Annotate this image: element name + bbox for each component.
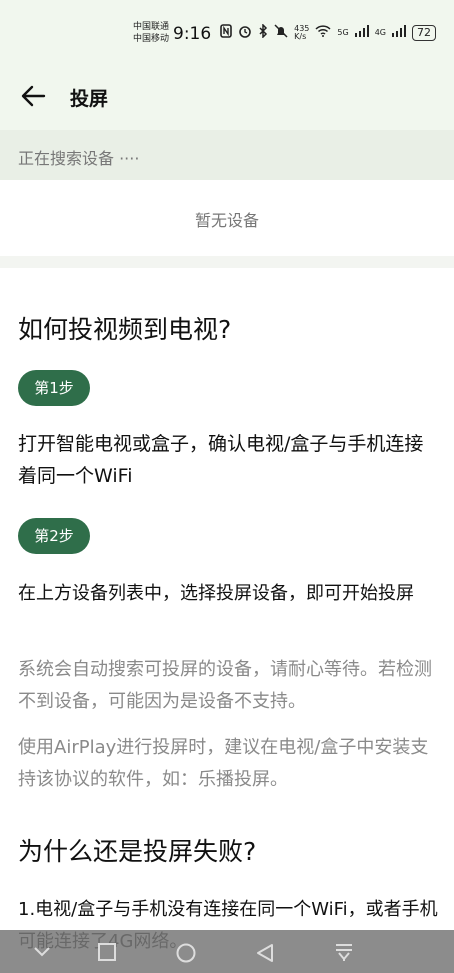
carrier-2: 中国移动 (133, 34, 170, 44)
home-icon[interactable] (175, 943, 197, 963)
app-header: 投屏 (0, 64, 454, 130)
mute-icon (274, 24, 288, 41)
alarm-icon (238, 24, 252, 41)
step-1-badge: 第1步 (18, 370, 90, 406)
battery-indicator: 72 (412, 24, 436, 41)
notification-pull-icon[interactable] (333, 943, 355, 963)
help-note-1: 系统会自动搜索可投屏的设备，请耐心等待。若检测不到设备，可能因为是设备不支持。 (18, 659, 432, 712)
system-nav-bar (0, 930, 454, 973)
recent-apps-icon[interactable] (97, 943, 117, 961)
carrier-1: 中国联通 (133, 22, 170, 32)
signal-icon-2 (392, 25, 406, 40)
carrier-info: 中国联通 中国移动 (133, 21, 169, 45)
fail-title: 为什么还是投屏失败? (18, 837, 257, 866)
help-title: 如何投视频到电视? (18, 315, 232, 344)
step-2-badge: 第2步 (18, 518, 90, 554)
page-title: 投屏 (70, 88, 109, 110)
net-4g-label: 4G (374, 27, 386, 37)
arrow-left-icon (21, 85, 46, 107)
bluetooth-icon (258, 23, 268, 41)
net-speed: 435 K/s (294, 24, 309, 41)
wifi-icon (315, 25, 331, 40)
speed-unit: K/s (294, 31, 307, 41)
status-bar: 中国联通 中国移动 9:16 435 K/s 5G 4G 72 (0, 0, 454, 64)
empty-device-text: 暂无设备 (194, 211, 259, 230)
status-icons: 435 K/s 5G 4G 72 (220, 23, 436, 41)
search-status-text: 正在搜索设备 ···· (18, 149, 140, 168)
help-note-2: 使用AirPlay进行投屏时，建议在电视/盒子中安装支持该协议的软件，如：乐播投… (18, 737, 429, 790)
net-5g-label: 5G (337, 27, 349, 37)
section-divider (0, 256, 454, 268)
nfc-icon (220, 24, 232, 41)
step-1-text: 打开智能电视或盒子，确认电视/盒子与手机连接着同一个WiFi (18, 433, 424, 487)
signal-icon (354, 25, 369, 40)
step-2-text: 在上方设备列表中，选择投屏设备，即可开始投屏 (18, 583, 414, 604)
search-status-bar: 正在搜索设备 ···· (0, 130, 454, 180)
chevron-down-icon[interactable] (32, 943, 52, 959)
device-list: 暂无设备 (0, 180, 454, 256)
back-button[interactable] (20, 84, 46, 112)
clock: 9:16 (173, 24, 212, 44)
back-nav-icon[interactable] (255, 943, 275, 963)
